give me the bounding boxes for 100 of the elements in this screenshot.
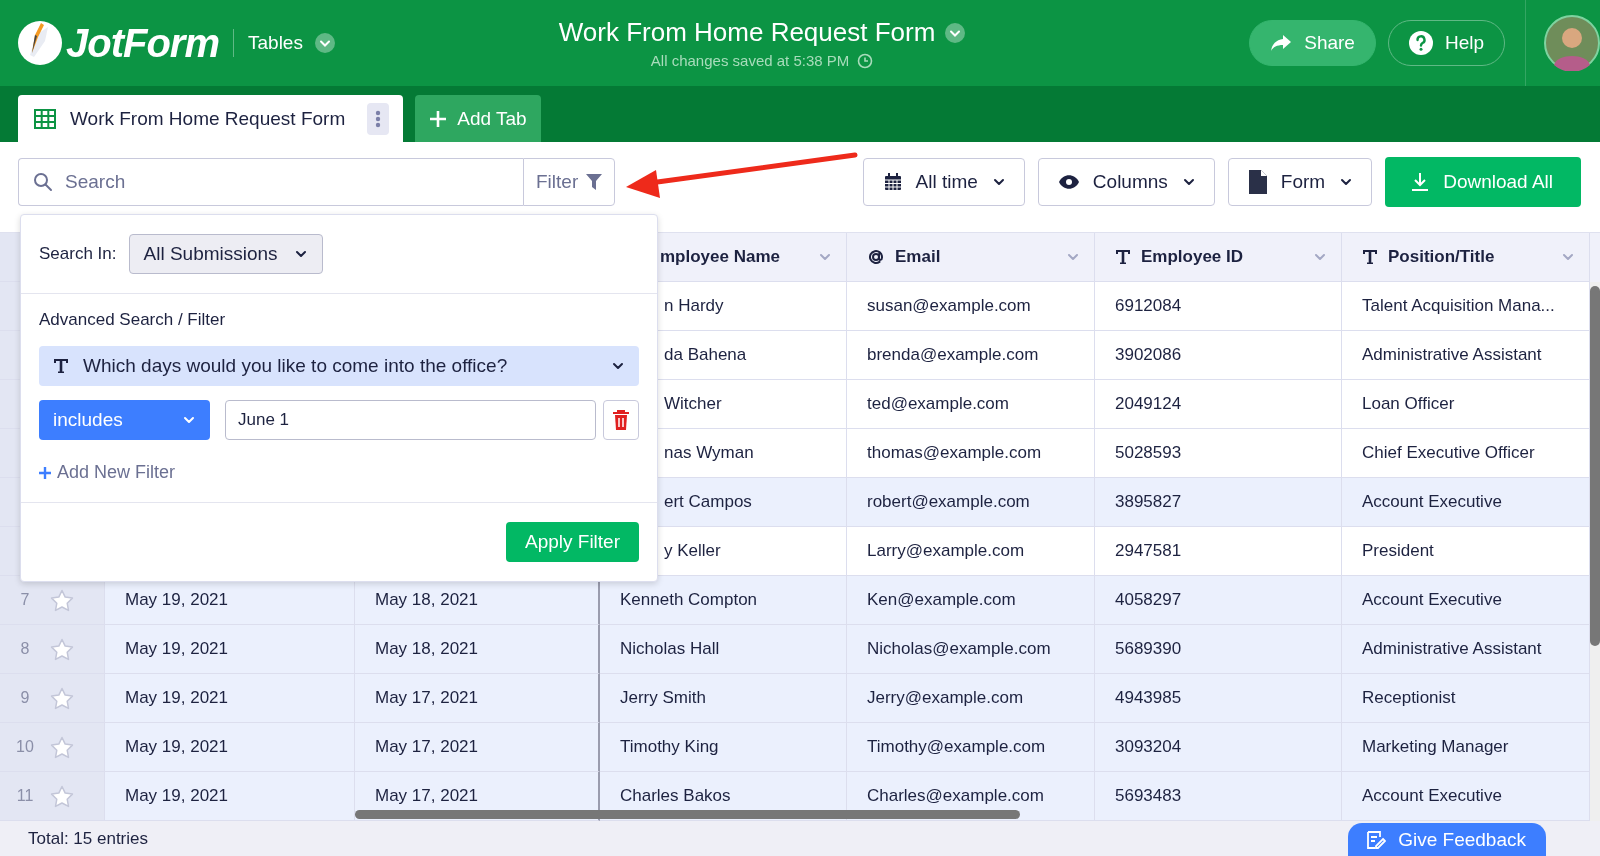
table-cell: thomas@example.com xyxy=(867,443,1042,463)
text-type-icon xyxy=(1115,249,1131,265)
download-icon xyxy=(1411,172,1430,192)
table-cell-text: nas Wyman xyxy=(663,443,754,463)
table-cell: May 19, 2021 xyxy=(125,737,228,757)
star-icon[interactable] xyxy=(50,784,74,808)
form-title[interactable]: Work From Home Request Form xyxy=(558,17,936,48)
table-cell: May 17, 2021 xyxy=(375,786,478,806)
share-arrow-icon xyxy=(1270,34,1293,52)
at-sign-icon xyxy=(867,248,885,266)
table-cell: Administrative Assistant xyxy=(1362,639,1542,659)
dropdown-button[interactable]: Columns xyxy=(1037,158,1215,206)
table-cell: 3902086 xyxy=(1115,345,1182,365)
operator-dropdown[interactable]: includes xyxy=(39,400,210,440)
table-cell: Timothy@example.com xyxy=(867,737,1046,757)
table-cell-text: Witcher xyxy=(663,394,722,414)
section-title: Advanced Search / Filter xyxy=(39,310,227,330)
table-cell: susan@example.com xyxy=(867,296,1031,316)
table-cell: Talent Acquisition Mana... xyxy=(1362,296,1555,316)
help-icon xyxy=(1408,31,1433,55)
table-cell: Account Executive xyxy=(1362,786,1502,806)
table-cell: 4058297 xyxy=(1115,590,1182,610)
table-cell: Account Executive xyxy=(1362,590,1502,610)
table-cell: Charles@example.com xyxy=(867,786,1044,806)
table-cell-text: ert Campos xyxy=(663,492,752,512)
form-tab[interactable]: Work From Home Request Form xyxy=(18,95,404,142)
filter-value-field[interactable]: June 1 xyxy=(225,400,596,440)
download-button[interactable]: Download All xyxy=(1385,157,1581,207)
table-cell: May 19, 2021 xyxy=(125,786,228,806)
star-icon[interactable] xyxy=(50,588,74,612)
table-cell: May 19, 2021 xyxy=(125,688,228,708)
table-cell: ted@example.com xyxy=(867,394,1009,414)
table-cell: 5689390 xyxy=(1115,639,1182,659)
entries-total: Total: 15 entries xyxy=(28,828,148,849)
table-cell: 3093204 xyxy=(1115,737,1182,757)
document-icon xyxy=(1248,170,1267,194)
table-cell: May 17, 2021 xyxy=(375,688,478,708)
table-grid-icon xyxy=(34,108,56,129)
table-cell: Chief Executive Officer xyxy=(1362,443,1535,463)
table-cell: brenda@example.com xyxy=(867,345,1039,365)
table-cell: Kenneth Compton xyxy=(620,590,758,610)
table-cell: 2947581 xyxy=(1115,541,1182,561)
table-cell: May 19, 2021 xyxy=(125,590,228,610)
feedback-button[interactable]: Give Feedback xyxy=(1348,823,1546,856)
clock-icon xyxy=(857,52,874,69)
table-cell: Nicholas@example.com xyxy=(867,639,1051,659)
star-icon[interactable] xyxy=(50,637,74,661)
filter-button[interactable]: Filter xyxy=(523,158,616,206)
row-number: 8 xyxy=(19,640,31,658)
horizontal-scrollbar[interactable] xyxy=(355,810,1020,819)
star-icon[interactable] xyxy=(50,686,74,710)
table-cell: robert@example.com xyxy=(867,492,1030,512)
text-type-icon xyxy=(1362,249,1378,265)
pencil-logo-icon xyxy=(18,21,62,65)
row-number: 9 xyxy=(19,689,31,707)
table-cell: Administrative Assistant xyxy=(1362,345,1542,365)
table-cell: President xyxy=(1362,541,1434,561)
table-cell: 3895827 xyxy=(1115,492,1182,512)
table-cell: Nicholas Hall xyxy=(620,639,720,659)
plus-icon xyxy=(39,466,51,479)
table-cell-text: y Keller xyxy=(663,541,721,561)
table-cell: 5693483 xyxy=(1115,786,1182,806)
app-menu[interactable]: Tables xyxy=(248,32,335,54)
table-cell: Account Executive xyxy=(1362,492,1502,512)
table-cell: Receptionist xyxy=(1362,688,1456,708)
logo-wordmark[interactable]: JotForm xyxy=(66,20,219,66)
add-filter-link[interactable]: Add New Filter xyxy=(39,462,176,483)
chevron-down-icon xyxy=(314,33,335,53)
eye-icon xyxy=(1058,175,1079,189)
avatar-icon xyxy=(1544,15,1600,71)
feedback-edit-icon xyxy=(1366,829,1387,850)
tab-menu-button[interactable] xyxy=(367,102,390,135)
star-icon[interactable] xyxy=(50,735,74,759)
table-cell: Jerry Smith xyxy=(620,688,706,708)
delete-button[interactable] xyxy=(603,400,639,440)
field-dropdown[interactable]: Which days would you like to come into the office? xyxy=(39,346,639,386)
vertical-scrollbar[interactable] xyxy=(1590,282,1600,821)
table-cell: Timothy King xyxy=(620,737,719,757)
dropdown-button[interactable]: Form xyxy=(1227,158,1373,206)
table-cell: Larry@example.com xyxy=(867,541,1025,561)
table-cell: 5028593 xyxy=(1115,443,1182,463)
table-cell: May 18, 2021 xyxy=(375,590,478,610)
table-cell: May 19, 2021 xyxy=(125,639,228,659)
table-cell: 6912084 xyxy=(1115,296,1182,316)
apply-filter-button[interactable]: Apply Filter xyxy=(505,522,639,562)
table-cell: Loan Officer xyxy=(1362,394,1455,414)
search-in-dropdown[interactable]: All Submissions xyxy=(128,234,323,274)
table-cell-text: da Bahena xyxy=(663,345,747,365)
table-cell-text: n Hardy xyxy=(663,296,724,316)
dropdown-button[interactable]: All time xyxy=(862,158,1025,206)
table-cell: 4943985 xyxy=(1115,688,1182,708)
search-field[interactable]: Search xyxy=(18,158,523,206)
share-button[interactable]: Share xyxy=(1249,20,1376,66)
table-cell: Charles Bakos xyxy=(620,786,731,806)
plus-icon xyxy=(429,109,448,128)
search-in-label: Search In: xyxy=(39,244,117,264)
table-cell: May 17, 2021 xyxy=(375,737,478,757)
kebab-icon xyxy=(375,108,382,129)
text-type-icon xyxy=(53,358,69,374)
add-tab-button[interactable]: Add Tab xyxy=(415,95,541,142)
